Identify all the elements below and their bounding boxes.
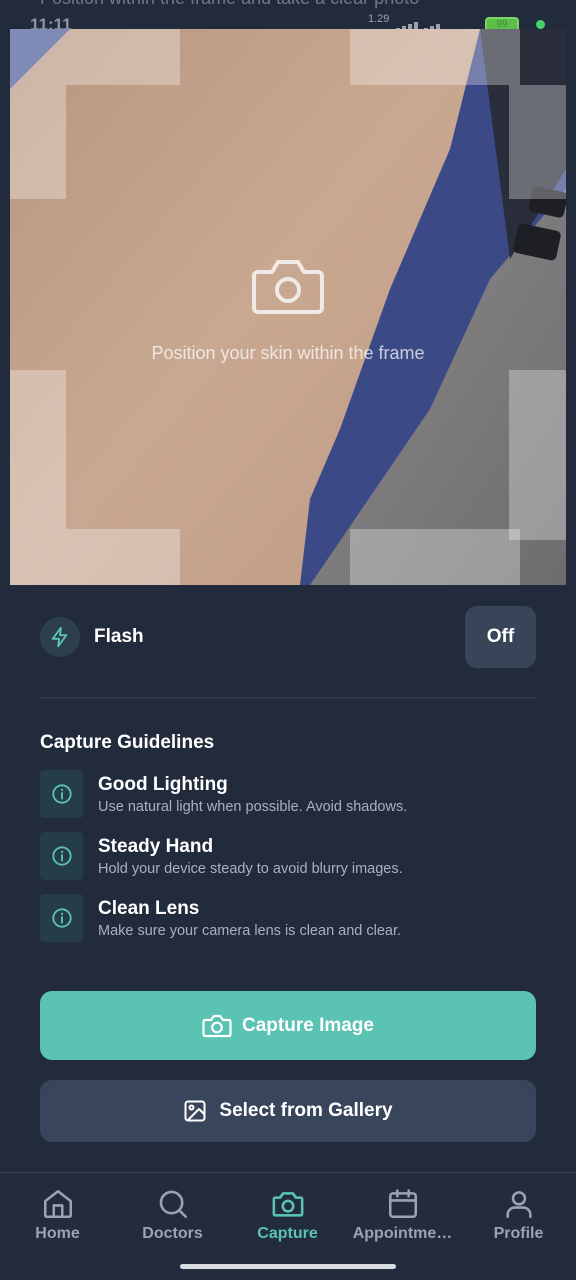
camera-icon — [272, 1192, 303, 1217]
divider — [40, 697, 536, 699]
nav-label-doctors: Doctors — [142, 1225, 203, 1242]
frame-corner-bottom-right — [350, 529, 520, 585]
guideline-description: Make sure your camera lens is clean and … — [98, 923, 402, 939]
select-from-gallery-button[interactable]: Select from Gallery — [40, 1080, 536, 1142]
guidelines-title: Capture Guidelines — [40, 732, 215, 753]
frame-corner-bottom-right — [509, 370, 566, 540]
nav-label-home: Home — [35, 1225, 80, 1242]
nav-label-appointments: Appointme… — [352, 1225, 453, 1242]
guideline-title: Steady Hand — [98, 836, 214, 857]
guideline-item: Clean Lens Make sure your camera lens is… — [40, 894, 536, 942]
frame-corner-top-right — [350, 29, 520, 85]
camera-preview[interactable]: Position your skin within the frame — [10, 29, 566, 585]
info-icon — [51, 908, 72, 928]
flash-icon-badge — [40, 617, 80, 657]
guideline-description: Hold your device steady to avoid blurry … — [98, 861, 403, 877]
info-icon-badge — [40, 832, 83, 880]
flash-row: Flash Off — [40, 606, 536, 668]
guideline-title: Clean Lens — [98, 898, 200, 919]
camera-icon — [202, 1014, 232, 1037]
guideline-title: Good Lighting — [98, 774, 228, 795]
overlapped-header-text: Position within the frame and take a cle… — [40, 0, 540, 8]
lightning-icon — [51, 626, 68, 648]
info-icon-badge — [40, 770, 83, 818]
nav-item-doctors[interactable]: Doctors — [115, 1187, 230, 1257]
home-indicator[interactable] — [180, 1264, 396, 1269]
preview-hint-text: Position your skin within the frame — [151, 343, 425, 363]
search-icon — [159, 1190, 187, 1219]
info-icon — [51, 784, 72, 804]
frame-corner-top-left — [10, 29, 180, 85]
nav-item-home[interactable]: Home — [0, 1187, 115, 1257]
network-speed: 1.29 — [368, 13, 390, 25]
nav-item-capture[interactable]: Capture — [230, 1187, 345, 1257]
camera-icon — [252, 260, 324, 314]
guideline-item: Good Lighting Use natural light when pos… — [40, 770, 536, 818]
flash-label: Flash — [94, 626, 144, 647]
guideline-item: Steady Hand Hold your device steady to a… — [40, 832, 536, 880]
image-icon — [184, 1100, 206, 1122]
home-icon — [43, 1189, 72, 1219]
nav-label-profile: Profile — [493, 1225, 544, 1242]
nav-item-profile[interactable]: Profile — [461, 1187, 576, 1257]
info-icon-badge — [40, 894, 83, 942]
flash-toggle-button[interactable]: Off — [465, 606, 536, 668]
capture-image-button[interactable]: Capture Image — [40, 991, 536, 1060]
user-icon — [505, 1191, 532, 1219]
guideline-description: Use natural light when possible. Avoid s… — [98, 799, 408, 815]
frame-corner-bottom-left — [10, 370, 66, 529]
privacy-indicator-dot — [536, 20, 545, 29]
nav-item-appointments[interactable]: Appointme… — [345, 1187, 460, 1257]
info-icon — [51, 846, 72, 866]
frame-corner-top-right — [509, 85, 566, 199]
nav-label-capture: Capture — [257, 1225, 318, 1242]
frame-corner-bottom-left — [10, 529, 180, 585]
calendar-icon — [388, 1189, 417, 1219]
frame-corner-top-left — [10, 85, 66, 199]
capture-image-label: Capture Image — [242, 1014, 374, 1036]
select-from-gallery-label: Select from Gallery — [219, 1100, 393, 1121]
